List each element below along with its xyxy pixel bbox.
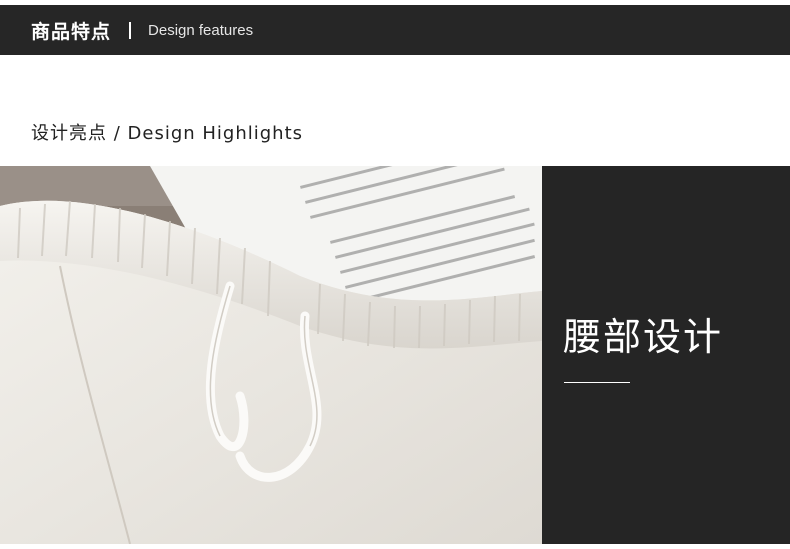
bottom-divider [0,544,790,549]
section-subtitle: 设计亮点 / Design Highlights [31,123,304,144]
header-separator [129,21,132,39]
header-title-en: Design features [148,21,254,39]
waistband-photo [0,166,542,544]
header-title-cn: 商品特点 [31,20,112,43]
feature-title: 腰部设计 [563,315,724,359]
header-bar: 商品特点 Design features [0,5,790,55]
feature-title-underline [564,382,630,383]
feature-panel: 腰部设计 [542,166,790,544]
